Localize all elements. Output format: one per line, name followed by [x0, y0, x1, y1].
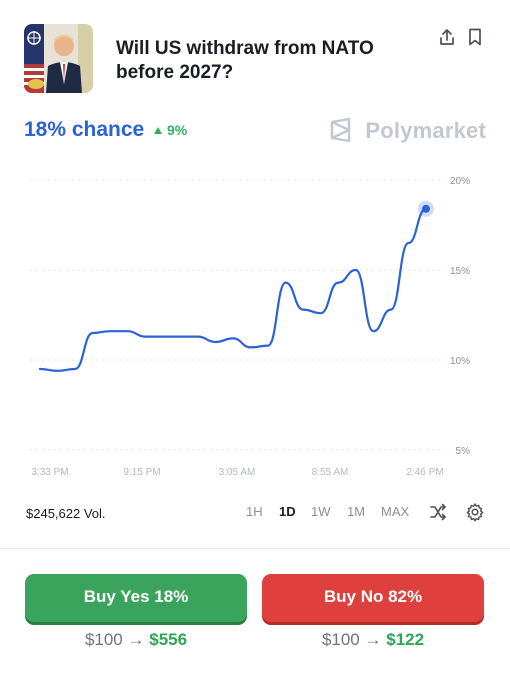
- range-1h[interactable]: 1H: [246, 504, 263, 519]
- price-line: [38, 207, 428, 372]
- no-arrow: →: [364, 630, 382, 649]
- chance-value: 18% chance: [24, 118, 145, 141]
- range-1m[interactable]: 1M: [347, 504, 365, 519]
- brand: Polymarket: [326, 114, 486, 146]
- y-tick-label: 20%: [450, 176, 470, 187]
- yes-stake: $100: [84, 630, 123, 649]
- shuffle-icon[interactable]: [428, 502, 448, 522]
- y-tick-label: 15%: [450, 266, 470, 277]
- chance-change-value: 9%: [167, 122, 188, 138]
- chart-controls: $245,622 Vol. 1H 1D 1W 1M MAX: [0, 498, 510, 530]
- no-win: $122: [386, 630, 425, 649]
- yes-payout: $100 → $556: [25, 630, 247, 650]
- polymarket-logo-icon: [328, 117, 354, 143]
- x-tick-label: 2:46 PM: [406, 467, 443, 478]
- yes-arrow: →: [127, 630, 145, 649]
- buy-yes-button[interactable]: Buy Yes 18%: [25, 574, 247, 622]
- divider: [0, 548, 510, 549]
- yes-win: $556: [149, 630, 188, 649]
- range-max[interactable]: MAX: [381, 504, 409, 519]
- chance-row: 18% chance 9% Polymarket: [24, 114, 486, 148]
- x-tick-label: 3:33 PM: [31, 467, 68, 478]
- market-header: Will US withdraw from NATO before 2027?: [24, 24, 486, 96]
- bookmark-icon[interactable]: [465, 27, 485, 47]
- x-tick-label: 3:05 AM: [219, 467, 256, 478]
- up-arrow-icon: [154, 127, 162, 134]
- chance-change: 9%: [154, 122, 187, 138]
- range-1w[interactable]: 1W: [311, 504, 331, 519]
- settings-gear-icon[interactable]: [465, 502, 485, 522]
- x-tick-label: 8:55 AM: [312, 467, 349, 478]
- brand-name: Polymarket: [365, 118, 486, 143]
- share-icon[interactable]: [437, 27, 457, 47]
- y-tick-label: 5%: [456, 446, 471, 457]
- current-point: [422, 204, 430, 213]
- market-title: Will US withdraw from NATO before 2027?: [116, 38, 374, 83]
- price-chart[interactable]: 20% 15% 10% 5% 3:33 PM 9:15 PM 3:05 AM 8:55 AM 2…: [0, 160, 510, 490]
- market-thumbnail: [24, 24, 93, 93]
- no-stake: $100: [321, 630, 360, 649]
- volume: $245,622 Vol.: [26, 506, 106, 521]
- range-1d[interactable]: 1D: [279, 504, 296, 519]
- no-payout: $100 → $122: [262, 630, 484, 650]
- y-tick-label: 10%: [450, 356, 470, 367]
- buy-no-button[interactable]: Buy No 82%: [262, 574, 484, 622]
- x-tick-label: 9:15 PM: [123, 467, 160, 478]
